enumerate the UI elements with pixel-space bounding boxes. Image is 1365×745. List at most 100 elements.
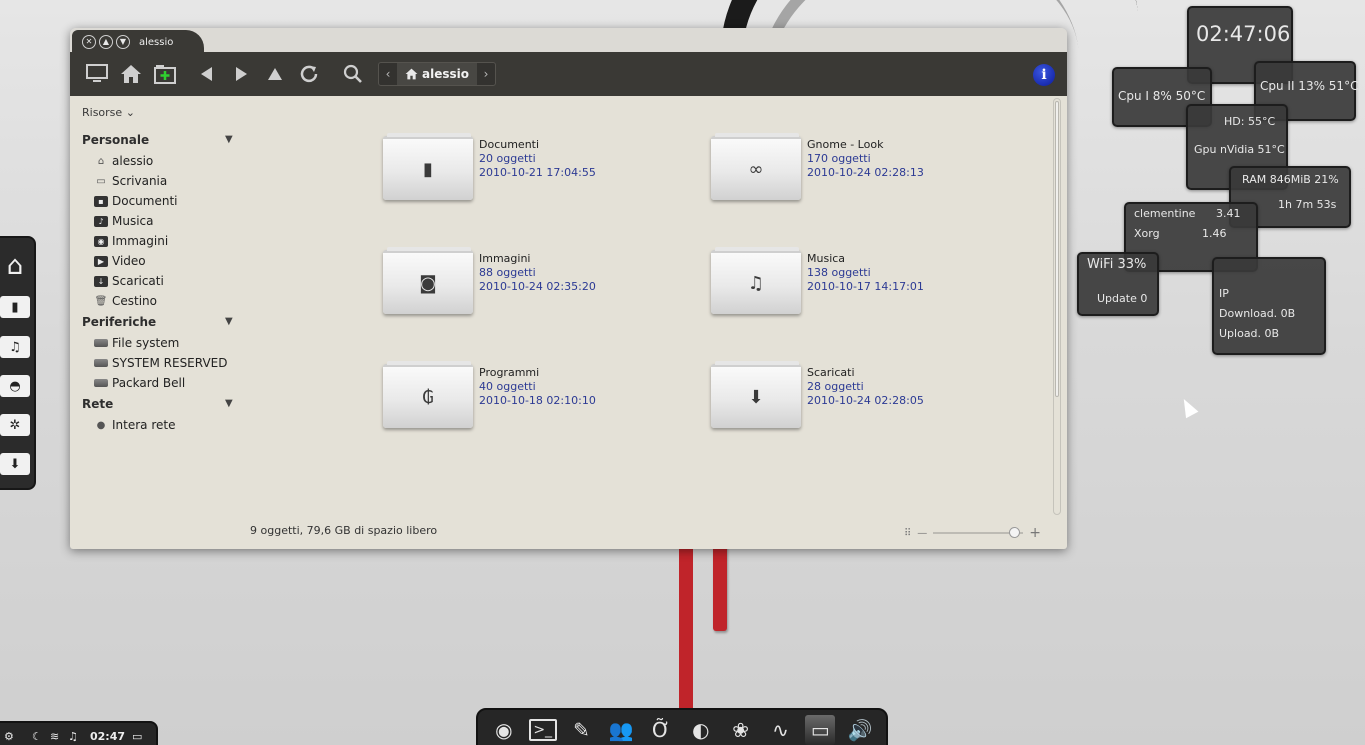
folder-item[interactable]: ▮ Documenti 20 oggetti 2010-10-21 17:04:55: [383, 133, 596, 200]
wallpaper-red-bar: [713, 545, 727, 631]
chat-icon[interactable]: ❀: [726, 715, 756, 745]
sidebar-item-downloads[interactable]: ↓ Scaricati: [94, 274, 164, 288]
music-launcher-icon[interactable]: ♫: [0, 336, 30, 358]
folder-count: 170 oggetti: [807, 152, 871, 165]
folder-name: Programmi: [479, 366, 540, 379]
maximize-icon[interactable]: ▼: [116, 35, 130, 49]
volume-icon[interactable]: 🔊: [845, 715, 875, 745]
sidebar-item-documents[interactable]: ▪ Documenti: [94, 194, 178, 208]
videos-launcher-icon[interactable]: ✲: [0, 414, 30, 436]
sidebar-item-label: Video: [112, 254, 146, 268]
zoom-control: ⠿ — +: [904, 525, 1041, 541]
resources-dropdown[interactable]: Risorse ⌄: [82, 106, 135, 119]
trash-icon: 🗑: [94, 295, 108, 307]
sidebar-item-desktop[interactable]: ▭ Scrivania: [94, 174, 167, 188]
folder-count: 28 oggetti: [807, 380, 864, 393]
system-monitor-icon[interactable]: ∿: [765, 715, 795, 745]
sidebar-item-filesystem[interactable]: File system: [94, 336, 179, 350]
gimp-icon[interactable]: ✎: [566, 715, 596, 745]
close-icon[interactable]: ✕: [82, 35, 96, 49]
download-arrow-icon: ⬇: [711, 361, 801, 428]
sidebar-item-music[interactable]: ♪ Musica: [94, 214, 154, 228]
toolbar: ‹ alessio › i: [70, 52, 1067, 96]
section-periferiche[interactable]: Periferiche: [82, 315, 156, 329]
sidebar-item-pictures[interactable]: ◉ Immagini: [94, 234, 168, 248]
folder-item[interactable]: ₲ Programmi 40 oggetti 2010-10-18 02:10:10: [383, 361, 596, 428]
settings-icon[interactable]: ⚙: [4, 730, 14, 743]
document-icon: ▮: [383, 133, 473, 200]
up-icon[interactable]: [260, 59, 290, 89]
home-icon[interactable]: ⌂: [0, 252, 30, 280]
sidebar-item-home[interactable]: ⌂ alessio: [94, 154, 153, 168]
update-count: Update 0: [1097, 292, 1148, 305]
music-icon[interactable]: ♫: [68, 730, 78, 743]
folder-item[interactable]: ◙ Immagini 88 oggetti 2010-10-24 02:35:20: [383, 247, 596, 314]
folder-item[interactable]: ⬇ Scaricati 28 oggetti 2010-10-24 02:28:05: [711, 361, 924, 428]
terminal-icon[interactable]: >_: [528, 719, 557, 741]
process-name: Xorg: [1134, 227, 1160, 240]
firefox-icon[interactable]: ◉: [489, 715, 519, 745]
folder-name: Gnome - Look: [807, 138, 884, 151]
folder-name: Scaricati: [807, 366, 855, 379]
music-folder-icon: ♪: [94, 215, 108, 227]
section-rete[interactable]: Rete: [82, 397, 113, 411]
ip-label: IP: [1219, 287, 1229, 300]
sidebar-item-packard-bell[interactable]: Packard Bell: [94, 376, 185, 390]
zoom-in-icon[interactable]: +: [1029, 525, 1041, 541]
sidebar-item-videos[interactable]: ▶ Video: [94, 254, 146, 268]
zoom-slider-knob[interactable]: [1009, 527, 1021, 538]
breadcrumb-right-arrow[interactable]: ›: [477, 67, 495, 81]
vertical-scrollbar[interactable]: [1053, 98, 1061, 515]
search-icon[interactable]: [338, 59, 368, 89]
folder-date: 2010-10-24 02:35:20: [479, 280, 596, 293]
pictures-launcher-icon[interactable]: ◓: [0, 375, 30, 397]
folder-date: 2010-10-21 17:04:55: [479, 166, 596, 179]
process-load: 1.46: [1202, 227, 1227, 240]
scrollbar-thumb[interactable]: [1055, 101, 1059, 397]
breadcrumb-item-home[interactable]: alessio: [397, 63, 477, 85]
folder-name: Documenti: [479, 138, 540, 151]
home-icon[interactable]: [116, 59, 146, 89]
new-folder-icon[interactable]: [150, 59, 180, 89]
grid-view-icon[interactable]: ⠿: [904, 528, 911, 539]
wifi-icon[interactable]: ≋: [50, 730, 59, 743]
qbittorrent-icon[interactable]: Ỡ: [646, 715, 676, 745]
sidebar-item-trash[interactable]: 🗑 Cestino: [94, 294, 157, 308]
side-dock: ⌂ ▮ ♫ ◓ ✲ ⬇: [0, 236, 36, 490]
section-personale[interactable]: Personale: [82, 133, 149, 147]
folder-item[interactable]: ∞ Gnome - Look 170 oggetti 2010-10-24 02:2…: [711, 133, 924, 200]
sidebar-item-system-reserved[interactable]: SYSTEM RESERVED: [94, 356, 227, 370]
program-icon: ₲: [383, 361, 473, 428]
resources-label: Risorse: [82, 106, 123, 119]
hd-temp: HD: 55°C: [1224, 115, 1276, 128]
breadcrumb: ‹ alessio ›: [378, 62, 496, 86]
desktop-icon: ▭: [96, 175, 106, 187]
contacts-icon[interactable]: 👥: [606, 715, 636, 745]
info-icon[interactable]: i: [1033, 64, 1055, 86]
folder-name: Musica: [807, 252, 846, 265]
zoom-slider[interactable]: [933, 527, 1024, 538]
network-icon: ●: [96, 419, 106, 431]
minimize-icon[interactable]: ▲: [99, 35, 113, 49]
sidebar-item-network[interactable]: ● Intera rete: [94, 418, 176, 432]
status-bar: 9 oggetti, 79,6 GB di spazio libero ⠿ — …: [70, 517, 1067, 549]
collapse-triangle-icon[interactable]: ▼: [225, 316, 233, 327]
file-manager-icon[interactable]: ▭: [805, 715, 836, 745]
sidebar-item-label: Musica: [112, 214, 154, 228]
folder-item[interactable]: ♫ Musica 138 oggetti 2010-10-17 14:17:01: [711, 247, 924, 314]
window-tab[interactable]: ✕ ▲ ▼ alessio: [72, 30, 204, 54]
sidebar-item-label: alessio: [112, 154, 154, 168]
sidebar-item-label: Documenti: [112, 194, 178, 208]
documents-launcher-icon[interactable]: ▮: [0, 296, 30, 318]
collapse-triangle-icon[interactable]: ▼: [225, 398, 233, 409]
browser-icon[interactable]: ◐: [686, 715, 716, 745]
back-icon[interactable]: [192, 59, 222, 89]
computer-icon[interactable]: [82, 59, 112, 89]
breadcrumb-left-arrow[interactable]: ‹: [379, 67, 397, 81]
forward-icon[interactable]: [226, 59, 256, 89]
zoom-out-icon[interactable]: —: [917, 528, 927, 539]
reload-icon[interactable]: [294, 59, 324, 89]
downloads-launcher-icon[interactable]: ⬇: [0, 453, 30, 475]
folder-view: ▮ Documenti 20 oggetti 2010-10-21 17:04:55…: [242, 96, 1053, 519]
collapse-triangle-icon[interactable]: ▼: [225, 134, 233, 145]
